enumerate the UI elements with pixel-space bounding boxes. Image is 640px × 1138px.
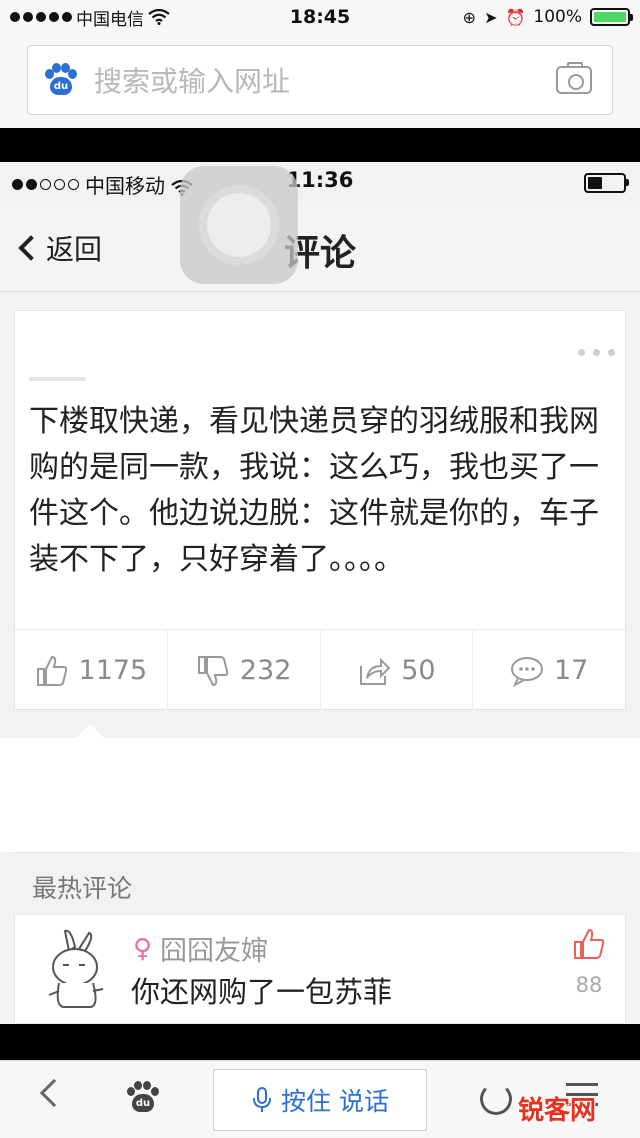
rotation-lock-icon: ⊕ [462,7,477,27]
comment-button[interactable]: 17 [473,630,625,711]
comment-like-count: 88 [575,973,603,997]
share-icon [360,657,391,685]
search-placeholder: 搜索或输入网址 [94,65,291,98]
browser-address-bar: du 搜索或输入网址 [0,34,640,128]
battery-percent: 100% [533,7,582,27]
location-icon: ➤ [484,7,498,27]
share-count: 50 [401,655,436,686]
outer-status-right: ⊕ ➤ ⏰ 100% [462,7,633,27]
post-card: 下楼取快递，看见快递员穿的羽绒服和我网购的是同一款，我说：这么巧，我也买了一件这… [14,310,626,711]
dislike-button[interactable]: 232 [168,630,321,711]
author-name-placeholder [29,377,85,381]
like-button[interactable]: 1175 [15,630,168,711]
comment-count: 17 [553,655,589,686]
inner-screenshot: 中国移动 11:36 返回 评论 下楼取快递，看见快递员穿的羽绒服和我网购的是同… [0,162,640,1024]
comment-author-name: 囧囧友婶 [160,936,269,967]
battery-icon [590,8,633,26]
comment-text: 你还网购了一包苏菲 [131,975,393,1009]
more-options-icon[interactable] [578,349,615,356]
avatar [48,929,104,1008]
thumbs-up-icon [36,655,67,686]
comment-author: ♀ 囧囧友婶 [133,929,268,968]
nav-bar: 返回 评论 [0,202,640,292]
voice-label: 按住 说话 [281,1087,389,1116]
page-title: 评论 [283,233,356,274]
comment-bubble-icon [510,656,543,687]
baidu-paw-icon[interactable]: du [44,63,78,97]
microphone-icon [253,1087,272,1112]
thumbs-down-icon [197,655,229,686]
refresh-icon[interactable] [480,1083,512,1115]
voice-input-button[interactable]: 按住 说话 [213,1069,427,1131]
camera-icon[interactable] [556,62,592,94]
blank-content-area [0,724,640,852]
outer-status-bar: 中国电信 18:45 ⊕ ➤ ⏰ 100% [0,0,640,34]
dislike-count: 232 [239,655,292,686]
alarm-icon: ⏰ [505,7,526,27]
inner-battery-icon [584,173,629,193]
post-text: 下楼取快递，看见快递员穿的羽绒服和我网购的是同一款，我说：这么巧，我也买了一件这… [29,404,599,577]
like-count: 1175 [78,655,148,686]
share-button[interactable]: 50 [321,630,474,711]
inner-time: 11:36 [286,168,354,192]
comment-like-button[interactable]: 88 [569,927,609,997]
thumbs-up-icon [574,928,605,959]
watermark: 锐客网 [518,1096,597,1126]
female-icon: ♀ [133,933,153,964]
post-actions: 1175 232 50 17 [15,629,625,711]
hot-comments-heading: 最热评论 [14,852,626,912]
inner-status-bar: 中国移动 11:36 [0,162,640,202]
baidu-home-icon[interactable]: du [126,1081,160,1115]
back-arrow-icon[interactable] [39,1078,69,1108]
comment-item[interactable]: ♀ 囧囧友婶 你还网购了一包苏菲 88 [14,914,626,1024]
assistive-touch-button[interactable] [180,166,298,284]
search-input[interactable]: du 搜索或输入网址 [27,45,613,115]
